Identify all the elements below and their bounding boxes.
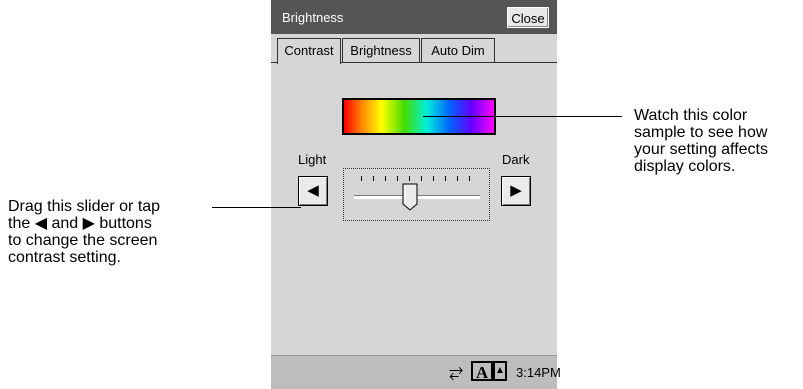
left-callout-line: to change the screen (8, 232, 158, 249)
right-callout-line: sample to see how (634, 124, 768, 141)
right-callout-line: your setting affects (634, 141, 768, 158)
left-callout-line: the ◀ and ▶ buttons (8, 215, 152, 232)
slider-tick (385, 176, 386, 181)
tab-contrast[interactable]: Contrast (277, 38, 341, 64)
left-callout-line: Drag this slider or tap (8, 198, 161, 215)
title-bar: Brightness Close (271, 0, 557, 34)
input-menu-icon[interactable]: ▲ (493, 361, 507, 381)
tab-auto-dim[interactable]: Auto Dim (421, 38, 495, 62)
right-callout-leader (423, 116, 622, 117)
clock[interactable]: 3:14PM (516, 365, 561, 380)
left-callout: Drag this slider or tap the ◀ and ▶ butt… (8, 198, 160, 266)
slider-tick (469, 176, 470, 181)
right-callout-line: display colors. (634, 158, 736, 175)
light-label: Light (298, 152, 327, 167)
dark-label: Dark (502, 152, 530, 167)
close-button[interactable]: Close (507, 7, 549, 28)
slider-tick (433, 176, 434, 181)
input-panel-icon[interactable]: A (471, 361, 493, 382)
slider-tick (409, 176, 410, 181)
increase-contrast-button[interactable]: ▶ (501, 176, 531, 206)
connectivity-icon[interactable]: ⥂ (449, 361, 469, 381)
right-callout: Watch this color sample to see how your … (634, 107, 768, 175)
slider-tick (445, 176, 446, 181)
tab-brightness[interactable]: Brightness (342, 38, 420, 62)
slider-tick (397, 176, 398, 181)
slider-tick (361, 176, 362, 181)
right-callout-line: Watch this color (634, 107, 748, 124)
slider-tick (421, 176, 422, 181)
decrease-contrast-button[interactable]: ◀ (298, 176, 328, 206)
slider-tick (457, 176, 458, 181)
slider-thumb[interactable] (402, 183, 418, 211)
left-callout-line: contrast setting. (8, 249, 121, 266)
left-callout-leader (212, 207, 301, 208)
brightness-dialog: Brightness Close Contrast Brightness Aut… (271, 0, 561, 389)
slider-tick (373, 176, 374, 181)
taskbar: ⥂ A ▲ 3:14PM (271, 355, 561, 389)
window-title: Brightness (282, 10, 344, 25)
